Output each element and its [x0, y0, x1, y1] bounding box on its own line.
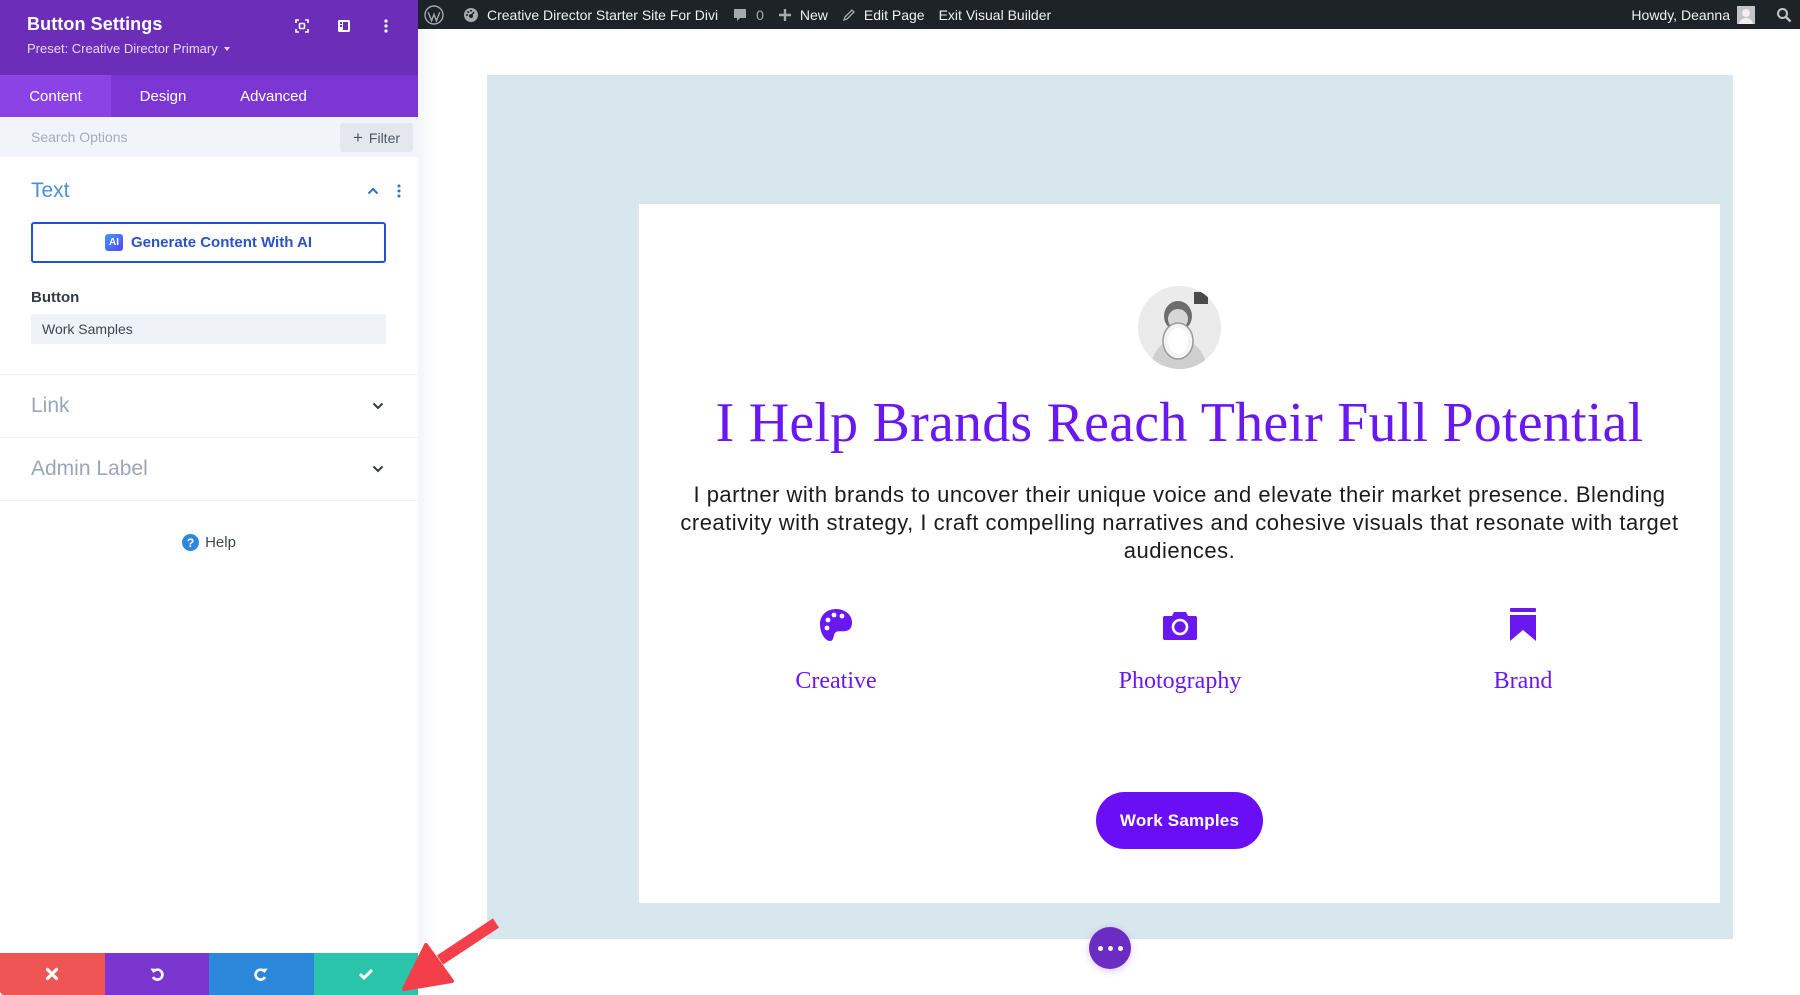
- caret-down-icon: [223, 46, 230, 51]
- wordpress-icon: [424, 4, 444, 25]
- redo-button[interactable]: [209, 953, 314, 995]
- feature-creative: Creative: [716, 604, 956, 695]
- plus-icon: [778, 8, 791, 21]
- feature-photography: Photography: [1060, 604, 1300, 695]
- profile-photo: [1138, 286, 1221, 369]
- builder-canvas: I Help Brands Reach Their Full Potential…: [418, 29, 1800, 995]
- expand-section-button[interactable]: [369, 397, 387, 415]
- feature-brand: Brand: [1403, 604, 1643, 695]
- tab-content[interactable]: Content: [0, 75, 111, 117]
- feature-row: Creative Photography Brand: [639, 604, 1720, 714]
- site-name: Creative Director Starter Site For Divi: [487, 6, 719, 23]
- pencil-icon: [842, 8, 855, 21]
- undo-icon: [150, 968, 164, 981]
- kebab-icon: [384, 19, 388, 33]
- hero-section[interactable]: I Help Brands Reach Their Full Potential…: [487, 75, 1733, 939]
- undo-button[interactable]: [104, 953, 209, 995]
- user-greeting: Howdy, Deanna: [1631, 6, 1730, 23]
- panel-header: Button Settings Preset: Creative Directo…: [0, 0, 418, 75]
- site-name-link[interactable]: Creative Director Starter Site For Divi: [456, 0, 725, 29]
- expand-section-button[interactable]: [369, 460, 387, 478]
- generate-content-ai-button[interactable]: AI Generate Content With AI: [31, 222, 386, 263]
- feature-label: Photography: [1118, 668, 1242, 694]
- dot-icon: [1097, 945, 1103, 951]
- help-link[interactable]: ? Help: [0, 534, 418, 551]
- section-options-button[interactable]: [394, 182, 404, 200]
- new-label: New: [799, 6, 828, 23]
- preset-selector[interactable]: Preset: Creative Director Primary: [27, 41, 418, 56]
- hero-headline: I Help Brands Reach Their Full Potential: [715, 392, 1644, 454]
- dashboard-gauge-icon: [464, 7, 478, 22]
- user-avatar-icon: [1737, 5, 1755, 24]
- section-link[interactable]: Link: [0, 375, 418, 438]
- section-admin-label-title: Admin Label: [31, 457, 148, 480]
- options-search-bar: + Filter: [0, 117, 418, 157]
- redo-icon: [254, 968, 268, 981]
- panel-footer-actions: [0, 953, 418, 995]
- dot-icon: [1117, 945, 1123, 951]
- hero-intro-text: I partner with brands to uncover their u…: [680, 482, 1679, 563]
- section-link-title: Link: [31, 394, 70, 417]
- filter-label: Filter: [368, 129, 401, 146]
- expand-modal-button[interactable]: [292, 16, 312, 36]
- section-more-options-button[interactable]: [1089, 927, 1131, 969]
- comments-link[interactable]: 0: [725, 0, 771, 29]
- kebab-icon: [397, 184, 401, 198]
- bookmark-icon: [1510, 608, 1536, 641]
- wordpress-logo-button[interactable]: [418, 0, 456, 29]
- comments-count: 0: [756, 6, 764, 23]
- search-options-input[interactable]: [31, 129, 291, 145]
- search-icon: [1777, 7, 1792, 22]
- wp-admin-bar: Creative Director Starter Site For Divi …: [418, 0, 1800, 29]
- help-label: Help: [205, 534, 236, 551]
- profile-photo-image: [1138, 286, 1221, 369]
- preset-label: Preset: Creative Director Primary: [27, 41, 218, 56]
- comment-bubble-icon: [734, 8, 747, 21]
- generate-content-ai-label: Generate Content With AI: [131, 234, 312, 251]
- collapse-section-button[interactable]: [364, 182, 382, 200]
- checkmark-icon: [358, 968, 373, 980]
- expand-icon: [295, 19, 309, 33]
- exit-visual-builder-label: Exit Visual Builder: [938, 6, 1052, 23]
- tab-advanced[interactable]: Advanced: [215, 75, 332, 117]
- section-text: Text AI Generate Content With AI Button …: [0, 157, 418, 375]
- section-text-title[interactable]: Text: [31, 179, 70, 203]
- hero-card[interactable]: I Help Brands Reach Their Full Potential…: [639, 204, 1720, 903]
- panel-tabs: Content Design Advanced: [0, 75, 418, 117]
- feature-label: Brand: [1493, 668, 1553, 694]
- feature-label: Creative: [795, 668, 877, 694]
- discard-changes-button[interactable]: [0, 953, 105, 995]
- edit-page-label: Edit Page: [863, 6, 925, 23]
- edit-page-link[interactable]: Edit Page: [835, 0, 932, 29]
- filter-button[interactable]: + Filter: [340, 123, 413, 152]
- close-icon: [46, 967, 59, 981]
- help-question-icon: ?: [182, 534, 200, 551]
- chevron-down-icon: [372, 465, 384, 473]
- admin-search-button[interactable]: [1762, 0, 1800, 29]
- plus-icon: +: [352, 128, 363, 147]
- new-content-button[interactable]: New: [771, 0, 835, 29]
- work-samples-button[interactable]: Work Samples: [1096, 792, 1263, 849]
- dock-panel-button[interactable]: [334, 16, 354, 36]
- ai-icon: AI: [105, 234, 123, 251]
- tab-design[interactable]: Design: [111, 75, 215, 117]
- settings-panel: Button Settings Preset: Creative Directo…: [0, 0, 418, 995]
- sidebar-layout-icon: [338, 20, 350, 32]
- exit-visual-builder-link[interactable]: Exit Visual Builder: [932, 0, 1059, 29]
- chevron-down-icon: [372, 402, 384, 410]
- button-text-input[interactable]: Work Samples: [31, 314, 386, 344]
- save-changes-button[interactable]: [313, 953, 418, 995]
- section-admin-label[interactable]: Admin Label: [0, 438, 418, 501]
- panel-more-options-button[interactable]: [376, 16, 396, 36]
- user-account-menu[interactable]: Howdy, Deanna: [1624, 0, 1762, 29]
- palette-icon: [820, 609, 852, 641]
- dot-icon: [1107, 945, 1113, 951]
- button-text-label: Button: [31, 289, 80, 306]
- camera-icon: [1163, 612, 1197, 640]
- chevron-up-icon: [367, 187, 379, 195]
